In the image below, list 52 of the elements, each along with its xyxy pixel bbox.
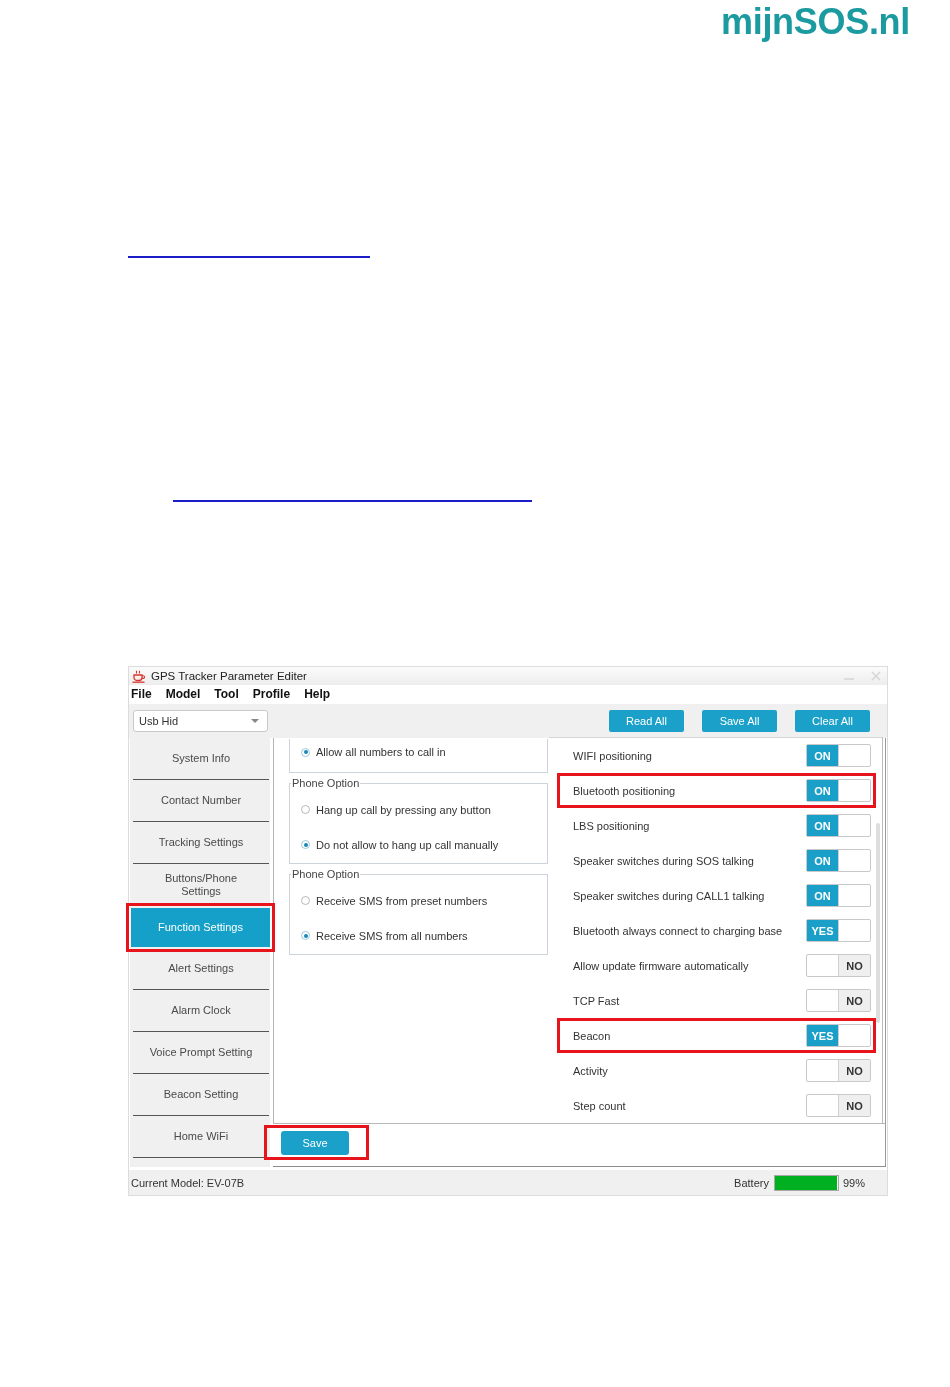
logo: mijnSOS.nl: [720, 3, 910, 44]
caret-icon: [251, 719, 259, 723]
connection-dropdown[interactable]: Usb Hid: [133, 710, 268, 732]
setting-label: Bluetooth always connect to charging base: [573, 924, 783, 937]
menu-item[interactable]: Tool: [214, 687, 239, 702]
setting-label: Beacon: [573, 1029, 611, 1042]
setting-label: Speaker switches during SOS talking: [573, 854, 754, 867]
sidebar-item[interactable]: Beacon Setting: [133, 1074, 269, 1116]
scrollbar-thumb[interactable]: [876, 823, 880, 1023]
battery-reading: 99%: [842, 1176, 865, 1189]
toggle-switch[interactable]: NO: [806, 1094, 871, 1117]
cup-icon: [132, 669, 146, 683]
sidebar-item[interactable]: Alert Settings: [133, 948, 269, 990]
option-label[interactable]: Receive SMS from all numbers: [316, 929, 468, 942]
radio-button[interactable]: [301, 805, 310, 814]
setting-label: LBS positioning: [573, 819, 650, 832]
sidebar-item[interactable]: Contact Number: [133, 780, 269, 822]
sidebar-item[interactable]: System Info: [133, 738, 269, 780]
group-legend: Phone Option: [291, 777, 361, 790]
toggle-switch[interactable]: NO: [806, 954, 871, 977]
menu-item[interactable]: File: [131, 687, 152, 702]
setting-label: Speaker switches during CALL1 talking: [573, 889, 765, 902]
sidebar-item[interactable]: Home WiFi: [133, 1116, 269, 1158]
sidebar-item[interactable]: Alarm Clock: [133, 990, 269, 1032]
radio-button[interactable]: [301, 896, 310, 905]
current-model: Current Model: EV-07B: [131, 1176, 245, 1189]
option-label[interactable]: Allow all numbers to call in: [316, 746, 446, 758]
option-label[interactable]: Do not allow to hang up call manually: [316, 838, 499, 851]
setting-label: WIFI positioning: [573, 749, 652, 762]
setting-label: TCP Fast: [573, 994, 620, 1007]
sidebar-item[interactable]: Tracking Settings: [133, 822, 269, 864]
setting-label: Bluetooth positioning: [573, 784, 676, 797]
option-label[interactable]: Hang up call by pressing any button: [316, 803, 491, 816]
group-legend: Phone Option: [291, 868, 361, 881]
battery-label: Battery: [734, 1176, 769, 1189]
menu-item[interactable]: Model: [165, 687, 201, 702]
radio-button[interactable]: [301, 931, 310, 940]
radio-button[interactable]: [301, 840, 310, 849]
sidebar-item[interactable]: Voice Prompt Setting: [133, 1032, 269, 1074]
menu-item[interactable]: Profile: [252, 687, 291, 702]
battery-bar: [773, 1174, 839, 1191]
toggle-switch[interactable]: NO: [806, 989, 871, 1012]
sidebar-item[interactable]: Buttons/Phone Settings: [133, 864, 269, 906]
menu-item[interactable]: Help: [304, 687, 331, 702]
setting-label: Allow update firmware automatically: [573, 959, 749, 972]
close-icon[interactable]: [871, 671, 881, 681]
setting-label: Activity: [573, 1064, 608, 1077]
setting-label: Step count: [573, 1099, 626, 1112]
window-title: GPS Tracker Parameter Editer: [151, 670, 307, 682]
toggle-switch[interactable]: NO: [806, 1059, 871, 1082]
option-label[interactable]: Receive SMS from preset numbers: [316, 894, 488, 907]
radio-button[interactable]: [301, 747, 310, 757]
